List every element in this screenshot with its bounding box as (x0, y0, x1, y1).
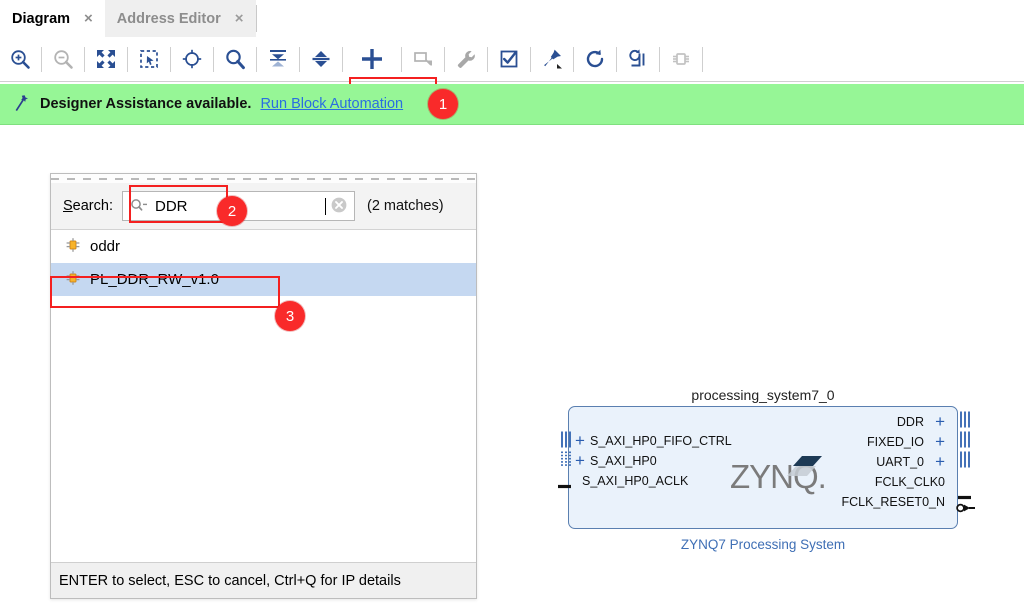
text-caret (324, 197, 326, 215)
designer-assistance-banner: Designer Assistance available. Run Block… (0, 84, 1024, 125)
port-expand-plus[interactable]: + (575, 452, 585, 469)
ip-chip-icon (65, 237, 81, 257)
list-item-label: PL_DDR_RW_v1.0 (90, 271, 219, 288)
refresh-icon[interactable] (575, 39, 615, 79)
list-item-label: oddr (90, 238, 121, 255)
toolbar-separator (213, 46, 214, 72)
banner-message: Designer Assistance available. (40, 96, 252, 112)
collapse-icon[interactable] (258, 39, 298, 79)
ip-search-dialog: Search: DDR (2 matches) oddr PL_DDR_RW_v… (50, 173, 477, 599)
add-module-icon[interactable] (403, 39, 443, 79)
bus-connector-icon[interactable] (959, 451, 971, 471)
toolbar-separator (659, 46, 660, 72)
port-label-fclk-reset0-n: FCLK_RESET0_N (841, 495, 945, 509)
step-badge-3: 3 (275, 301, 305, 331)
zynq-logo: ZYNQ. (730, 452, 834, 503)
zynq-block[interactable]: ZYNQ. + S_AXI_HP0_FIFO_CTRL + S_AXI_HP0 … (568, 406, 958, 529)
toolbar-separator (342, 46, 343, 72)
search-label-mnemonic: S (63, 198, 73, 214)
toolbar-separator (256, 46, 257, 72)
toolbar-separator (702, 46, 703, 72)
search-label: Search: (63, 198, 113, 214)
expand-icon[interactable] (301, 39, 341, 79)
diagram-toolbar (0, 37, 1024, 116)
bus-connector-icon[interactable] (560, 431, 572, 451)
dialog-hint-footer: ENTER to select, ESC to cancel, Ctrl+Q f… (51, 562, 476, 598)
block-instance-name: processing_system7_0 (691, 387, 835, 403)
port-expand-plus[interactable]: + (935, 413, 945, 430)
toolbar-separator (444, 46, 445, 72)
ip-result-list[interactable]: oddr PL_DDR_RW_v1.0 (51, 229, 476, 562)
zoom-out-icon[interactable] (43, 39, 83, 79)
bus-connector-dotted-icon[interactable] (560, 451, 572, 471)
ip-chip-icon (65, 270, 81, 290)
dialog-drag-handle[interactable] (51, 174, 476, 183)
wrench-settings-icon[interactable] (446, 39, 486, 79)
toolbar-separator (573, 46, 574, 72)
port-label-ddr: DDR (896, 415, 924, 429)
bus-connector-icon[interactable] (959, 431, 971, 451)
magic-wand-icon (14, 94, 30, 115)
close-icon[interactable]: × (235, 11, 244, 26)
toolbar-separator (170, 46, 171, 72)
toolbar-separator (84, 46, 85, 72)
magnifier-dropdown-icon[interactable] (130, 198, 148, 215)
tab-bar: Diagram × Address Editor × (0, 0, 1024, 38)
port-expand-plus[interactable]: + (575, 432, 585, 449)
toolbar-separator (487, 46, 488, 72)
optimize-icon[interactable] (618, 39, 658, 79)
toolbar-separator (41, 46, 42, 72)
close-icon[interactable]: × (84, 11, 93, 26)
zoom-selection-icon[interactable] (129, 39, 169, 79)
crosshair-target-icon[interactable] (172, 39, 212, 79)
step-badge-2-label: 2 (227, 202, 237, 220)
port-expand-plus[interactable]: + (935, 453, 945, 470)
search-row: Search: DDR (2 matches) (51, 183, 476, 229)
port-label-s-axi-hp0-aclk: S_AXI_HP0_ACLK (582, 474, 689, 488)
clear-circle-icon[interactable] (330, 196, 348, 217)
search-label-rest: earch: (72, 198, 113, 214)
tab-divider (255, 5, 257, 32)
tab-diagram[interactable]: Diagram × (0, 0, 105, 37)
match-count-label: (2 matches) (366, 198, 444, 214)
step-badge-1: 1 (428, 89, 458, 119)
port-expand-plus[interactable]: + (935, 433, 945, 450)
pin-connector-icon[interactable] (558, 477, 571, 492)
tab-address-editor-label: Address Editor (116, 10, 221, 27)
list-item[interactable]: oddr (51, 230, 476, 263)
pin-connector-icon[interactable] (958, 488, 971, 503)
validate-check-icon[interactable] (489, 39, 529, 79)
tab-address-editor[interactable]: Address Editor × (104, 0, 256, 37)
pin-icon[interactable] (532, 39, 572, 79)
toolbar-separator (299, 46, 300, 72)
toolbar-separator (401, 46, 402, 72)
block-diagram-canvas: processing_system7_0 ZYNQ. + S_AXI_HP0_F… (558, 387, 978, 552)
port-label-fixed-io: FIXED_IO (867, 435, 924, 449)
step-badge-1-label: 1 (438, 95, 448, 113)
toolbar-separator (616, 46, 617, 72)
bus-connector-icon[interactable] (959, 411, 971, 431)
port-label-fclk-clk0: FCLK_CLK0 (874, 475, 945, 489)
chip-icon[interactable] (661, 39, 701, 79)
dialog-hint-text: ENTER to select, ESC to cancel, Ctrl+Q f… (59, 572, 401, 589)
toolbar-separator (530, 46, 531, 72)
zoom-in-icon[interactable] (0, 39, 40, 79)
block-caption: ZYNQ7 Processing System (680, 537, 846, 552)
zoom-fit-icon[interactable] (86, 39, 126, 79)
add-ip-plus-icon[interactable] (344, 39, 400, 79)
search-icon[interactable] (215, 39, 255, 79)
run-block-automation-link[interactable]: Run Block Automation (260, 96, 403, 112)
port-label-uart-0: UART_0 (876, 455, 924, 469)
toolbar-separator (127, 46, 128, 72)
output-pin-circle-icon[interactable] (956, 502, 976, 517)
tab-diagram-label: Diagram (12, 10, 71, 27)
step-badge-2: 2 (217, 196, 247, 226)
port-label-s-axi-hp0: S_AXI_HP0 (590, 454, 657, 468)
list-item[interactable]: PL_DDR_RW_v1.0 (51, 263, 476, 296)
port-label-s-axi-hp0-fifo-ctrl: S_AXI_HP0_FIFO_CTRL (590, 434, 732, 448)
step-badge-3-label: 3 (285, 307, 295, 325)
